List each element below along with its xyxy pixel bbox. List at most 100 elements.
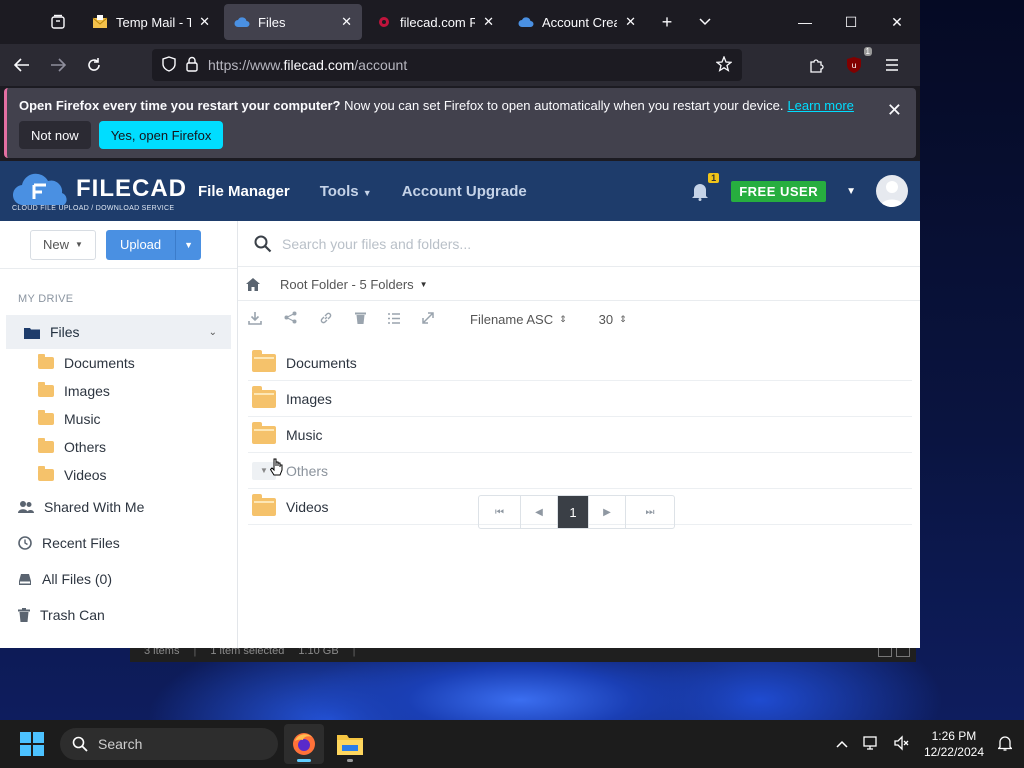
taskbar: Search 1:26 PM 12/22/2024 xyxy=(0,720,1024,768)
trash-icon xyxy=(18,608,30,622)
clock-time: 1:26 PM xyxy=(931,729,977,743)
lock-icon[interactable] xyxy=(186,56,198,75)
reload-icon[interactable] xyxy=(78,49,110,81)
bookmark-star-icon[interactable] xyxy=(715,54,733,75)
speaker-muted-icon[interactable] xyxy=(894,734,910,754)
tab-close-icon[interactable]: ✕ xyxy=(483,14,494,30)
new-tab-plus-icon[interactable]: + xyxy=(648,4,686,40)
sidebar: New ▼ Upload ▼ MY DRIVE Files ⌄ Documents… xyxy=(0,221,238,648)
root-folder-dropdown[interactable]: Root Folder - 5 Folders ▼ xyxy=(280,277,428,292)
url-bar[interactable]: https://www.filecad.com/account xyxy=(152,49,742,81)
next-page-icon[interactable]: ▶ xyxy=(589,496,626,528)
hamburger-menu-icon[interactable] xyxy=(876,49,908,81)
firefox-taskbar-icon[interactable] xyxy=(284,724,324,764)
extensions-puzzle-icon[interactable] xyxy=(800,49,832,81)
nav-file-manager[interactable]: File Manager xyxy=(198,183,290,200)
envelope-icon xyxy=(92,14,108,30)
sort-select[interactable]: Filename ASC ⇕ xyxy=(470,312,567,327)
forward-arrow-icon[interactable] xyxy=(42,49,74,81)
filecad-page: FILECAD CLOUD FILE UPLOAD / DOWNLOAD SER… xyxy=(0,161,920,648)
tab-account-create[interactable]: Account Create ✕ xyxy=(508,4,646,40)
folder-icon xyxy=(38,382,54,397)
first-page-icon[interactable]: ⏮ xyxy=(479,496,521,528)
search-bar[interactable]: Search your files and folders... xyxy=(238,221,920,267)
url-text[interactable]: https://www.filecad.com/account xyxy=(208,57,706,73)
main-content: Search your files and folders... Root Fo… xyxy=(238,221,920,648)
list-item[interactable]: Images xyxy=(248,381,912,417)
user-menu-caret-icon[interactable]: ▼ xyxy=(846,186,856,197)
file-explorer-taskbar-icon[interactable] xyxy=(330,724,370,764)
notification-count-badge: 1 xyxy=(708,173,720,183)
tab-filecad-review[interactable]: filecad.com Rev ✕ xyxy=(366,4,504,40)
yes-open-firefox-button[interactable]: Yes, open Firefox xyxy=(98,121,224,149)
maximize-icon[interactable]: ☐ xyxy=(828,0,874,44)
chevron-up-icon[interactable] xyxy=(836,737,848,751)
notification-message: Open Firefox every time you restart your… xyxy=(19,98,854,113)
sidebar-subfolder[interactable]: Others xyxy=(0,433,237,461)
trash-icon[interactable] xyxy=(355,311,366,327)
chevron-down-icon[interactable] xyxy=(686,4,724,40)
tab-bar: Temp Mail - Ten ✕ Files ✕ filecad.com Re… xyxy=(0,0,920,44)
list-item[interactable]: Documents xyxy=(248,345,912,381)
tab-temp-mail[interactable]: Temp Mail - Ten ✕ xyxy=(82,4,220,40)
last-page-icon[interactable]: ⏭ xyxy=(626,496,674,528)
download-icon[interactable] xyxy=(248,311,262,328)
chevron-down-icon[interactable]: ⌄ xyxy=(209,327,217,338)
prev-page-icon[interactable]: ◀ xyxy=(521,496,558,528)
extension-badge: 1 xyxy=(863,47,872,56)
expand-icon[interactable] xyxy=(422,311,434,327)
windows-start-icon[interactable] xyxy=(8,720,56,768)
taskbar-search[interactable]: Search xyxy=(60,728,278,760)
search-input[interactable]: Search your files and folders... xyxy=(282,236,471,252)
upload-dropdown-icon[interactable]: ▼ xyxy=(175,229,201,260)
network-icon[interactable] xyxy=(862,735,880,754)
share-icon[interactable] xyxy=(284,311,297,327)
nav-tools[interactable]: Tools ▼ xyxy=(320,183,372,200)
svg-text:u: u xyxy=(851,61,856,70)
link-icon[interactable] xyxy=(319,311,333,328)
notification-bell-icon[interactable] xyxy=(996,735,1014,754)
sidebar-subfolder[interactable]: Music xyxy=(0,405,237,433)
home-icon[interactable] xyxy=(246,278,260,291)
sidebar-subfolder[interactable]: Documents xyxy=(0,349,237,377)
close-window-icon[interactable]: ✕ xyxy=(874,0,920,44)
sidebar-item-all-files[interactable]: All Files (0) xyxy=(0,561,237,597)
new-button[interactable]: New ▼ xyxy=(30,229,96,260)
list-item[interactable]: Music xyxy=(248,417,912,453)
bell-icon[interactable]: 1 xyxy=(691,173,720,201)
learn-more-link[interactable]: Learn more xyxy=(787,98,853,113)
my-drive-label: MY DRIVE xyxy=(18,293,74,305)
sidebar-subfolder[interactable]: Videos xyxy=(0,461,237,489)
nav-account-upgrade[interactable]: Account Upgrade xyxy=(402,183,527,200)
tab-close-icon[interactable]: ✕ xyxy=(199,14,210,30)
upload-button[interactable]: Upload ▼ xyxy=(105,229,202,260)
tab-files[interactable]: Files ✕ xyxy=(224,4,362,40)
current-page[interactable]: 1 xyxy=(558,496,589,528)
sidebar-item-recent[interactable]: Recent Files xyxy=(0,525,237,561)
drive-icon xyxy=(19,574,31,585)
shield-icon[interactable] xyxy=(162,55,176,75)
ublock-extension-icon[interactable]: u 1 xyxy=(838,47,872,81)
sidebar-item-files[interactable]: Files ⌄ xyxy=(6,315,231,349)
folder-icon xyxy=(252,421,276,444)
sidebar-subfolder[interactable]: Images xyxy=(0,377,237,405)
tab-title: filecad.com Rev xyxy=(400,14,476,30)
folder-icon xyxy=(38,410,54,425)
taskbar-clock[interactable]: 1:26 PM 12/22/2024 xyxy=(924,728,984,760)
back-arrow-icon[interactable] xyxy=(6,49,38,81)
close-icon[interactable]: ✕ xyxy=(887,100,902,121)
sidebar-item-trash[interactable]: Trash Can xyxy=(0,597,237,633)
avatar[interactable] xyxy=(876,175,908,207)
list-item[interactable]: ▼ Others xyxy=(248,453,912,489)
list-view-icon[interactable] xyxy=(388,312,400,327)
firefox-view-icon[interactable] xyxy=(36,0,80,44)
per-page-select[interactable]: 30 ⇕ xyxy=(599,312,627,327)
filecad-logo[interactable]: FILECAD CLOUD FILE UPLOAD / DOWNLOAD SER… xyxy=(12,171,188,212)
minimize-icon[interactable]: — xyxy=(782,0,828,44)
folder-icon xyxy=(24,327,40,339)
free-user-badge[interactable]: FREE USER xyxy=(731,180,827,202)
not-now-button[interactable]: Not now xyxy=(19,121,91,149)
tab-close-icon[interactable]: ✕ xyxy=(625,14,636,30)
sidebar-item-shared[interactable]: Shared With Me xyxy=(0,489,237,525)
tab-close-icon[interactable]: ✕ xyxy=(341,14,352,30)
